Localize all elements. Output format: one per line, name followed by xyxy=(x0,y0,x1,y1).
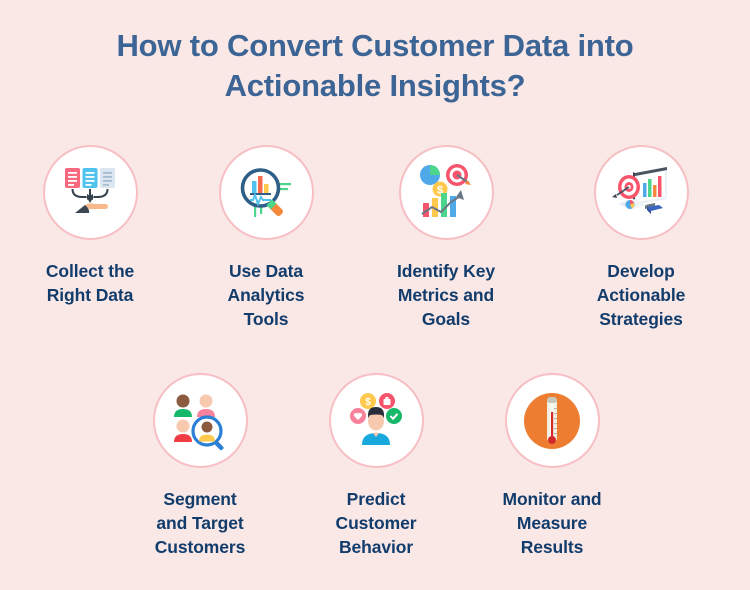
step-use-data-analytics-tools: Use Data Analytics Tools xyxy=(178,145,354,331)
steps-row-top: Collect the Right Data Use Data Analytic… xyxy=(0,145,750,331)
thermometer-icon xyxy=(521,390,583,452)
step-label: Identify Key Metrics and Goals xyxy=(397,261,495,329)
step-label: Develop Actionable Strategies xyxy=(596,261,686,329)
step-predict-customer-behavior: $ Predict Customer Behavior xyxy=(288,373,464,559)
step-icon-circle xyxy=(593,145,689,240)
step-icon-circle: $ xyxy=(398,145,494,240)
step-label: Use Data Analytics Tools xyxy=(227,261,305,329)
svg-text:$: $ xyxy=(365,397,371,408)
infographic-canvas: How to Convert Customer Data into Action… xyxy=(0,0,750,590)
step-label: Segment and Target Customers xyxy=(154,489,246,557)
step-segment-and-target-customers: Segment and Target Customers xyxy=(112,373,288,559)
people-magnifier-icon xyxy=(170,391,230,451)
step-label: Predict Customer Behavior xyxy=(335,489,417,557)
step-develop-actionable-strategies: Develop Actionable Strategies xyxy=(553,145,729,331)
pie-target-bar-chart-icon: $ xyxy=(415,162,477,224)
step-monitor-and-measure-results: Monitor and Measure Results xyxy=(464,373,640,559)
step-icon-circle xyxy=(504,373,600,468)
steps-row-bottom: Segment and Target Customers $ Predict C… xyxy=(0,373,750,559)
page-title-line-2: Actionable Insights? xyxy=(224,68,526,103)
monitor-target-strategy-icon xyxy=(609,161,673,225)
step-icon-circle xyxy=(218,145,314,240)
step-icon-circle xyxy=(42,145,138,240)
step-label: Monitor and Measure Results xyxy=(502,489,602,557)
step-icon-circle xyxy=(152,373,248,468)
step-icon-circle: $ xyxy=(328,373,424,468)
documents-to-hand-icon xyxy=(59,162,121,224)
step-collect-the-right-data: Collect the Right Data xyxy=(2,145,178,331)
step-label: Collect the Right Data xyxy=(45,261,135,305)
page-title: How to Convert Customer Data into Action… xyxy=(0,26,750,106)
person-behavior-bubbles-icon: $ xyxy=(346,391,406,451)
step-identify-key-metrics-and-goals: $ Identify Key Metrics and Goals xyxy=(358,145,534,331)
magnifier-bar-chart-icon xyxy=(235,162,297,224)
page-title-line-1: How to Convert Customer Data into xyxy=(116,28,634,63)
